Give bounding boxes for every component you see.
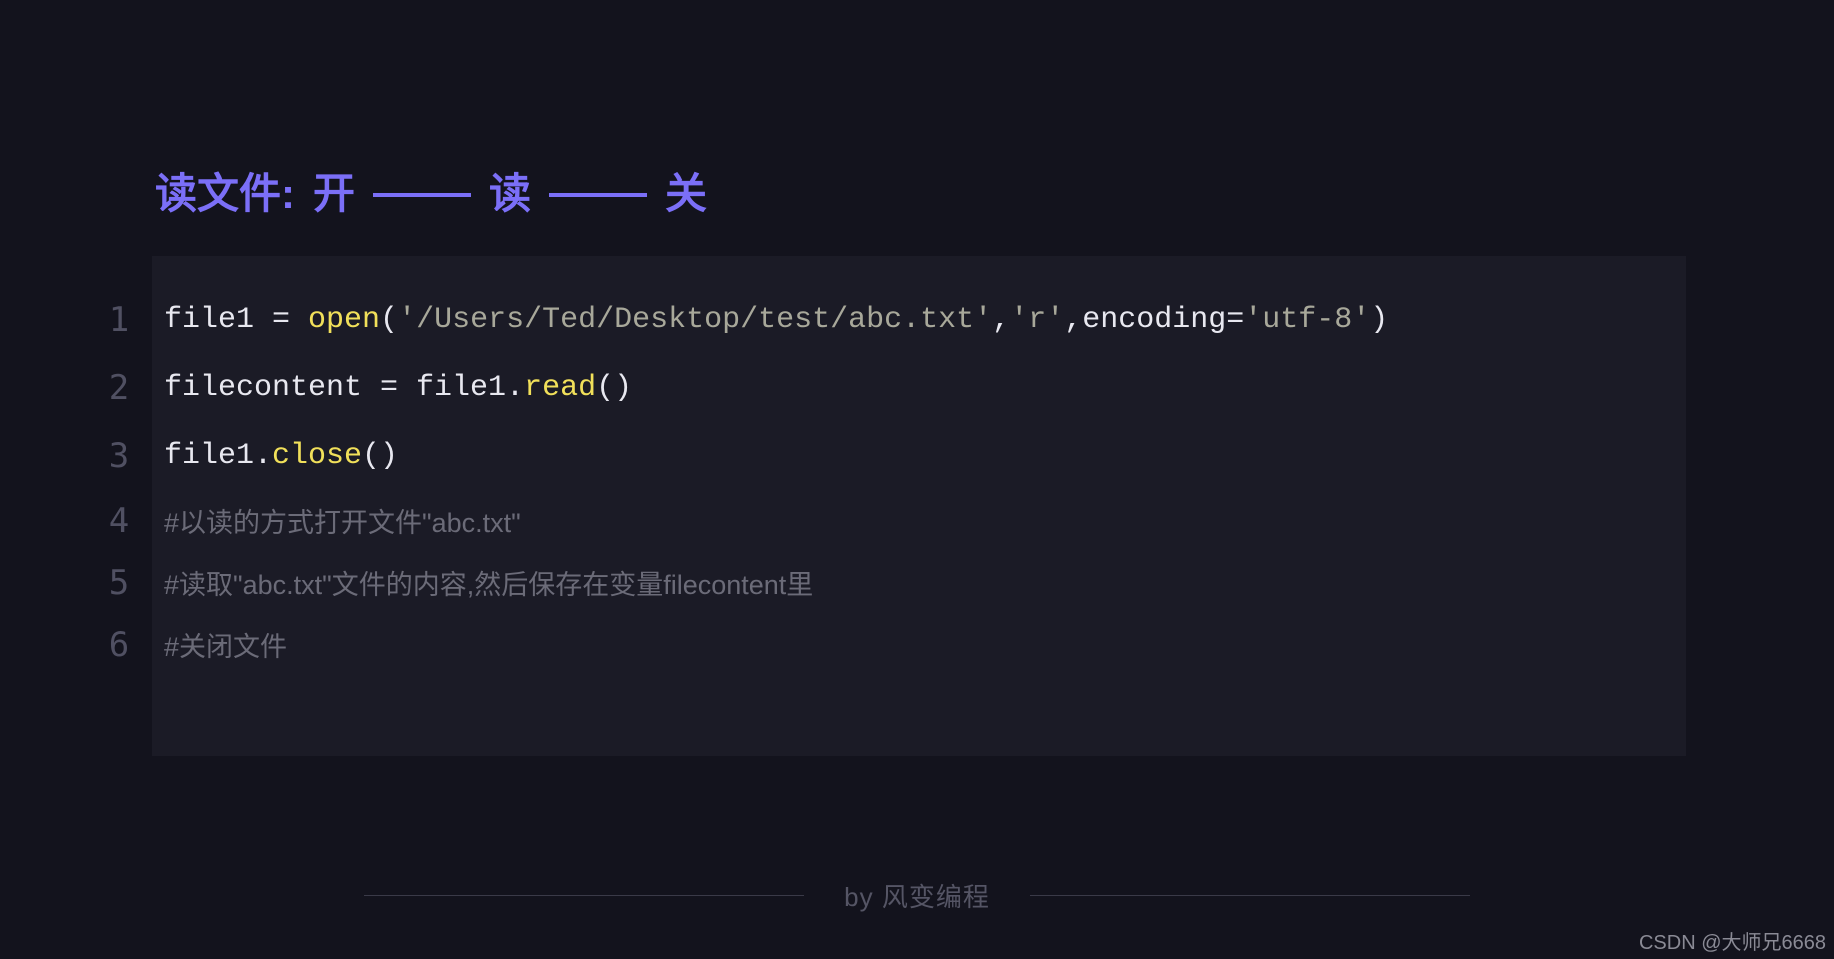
title-dash-1: [373, 193, 471, 197]
code-line-5: 5 #读取"abc.txt"文件的内容,然后保存在变量filecontent里: [152, 552, 1686, 614]
slide-title: 读文件: 开 读 关: [155, 160, 707, 221]
footer: by 风变编程: [0, 877, 1834, 914]
footer-divider-left: [364, 895, 804, 896]
code-comment: #关闭文件: [148, 625, 287, 666]
code-comment: #以读的方式打开文件"abc.txt": [148, 501, 521, 542]
footer-divider-right: [1030, 895, 1470, 896]
code-content: file1 = open('/Users/Ted/Desktop/test/ab…: [148, 303, 1388, 337]
code-line-2: 2 filecontent = file1.read(): [152, 354, 1686, 422]
code-line-4: 4 #以读的方式打开文件"abc.txt": [152, 490, 1686, 552]
code-content: filecontent = file1.read(): [148, 371, 632, 405]
line-number: 4: [90, 501, 148, 541]
line-number: 1: [90, 300, 148, 340]
code-content: file1.close(): [148, 439, 398, 473]
title-label: 读文件:: [155, 160, 295, 221]
watermark: CSDN @大师兄6668: [1639, 926, 1826, 955]
title-dash-2: [549, 193, 647, 197]
title-step-1: 开: [313, 160, 355, 221]
line-number: 5: [90, 563, 148, 603]
title-step-2: 读: [489, 160, 531, 221]
line-number: 6: [90, 625, 148, 665]
code-line-1: 1 file1 = open('/Users/Ted/Desktop/test/…: [152, 286, 1686, 354]
code-comment: #读取"abc.txt"文件的内容,然后保存在变量filecontent里: [148, 563, 813, 604]
line-number: 2: [90, 368, 148, 408]
code-line-3: 3 file1.close(): [152, 422, 1686, 490]
footer-credit: by 风变编程: [844, 877, 990, 914]
code-block: 1 file1 = open('/Users/Ted/Desktop/test/…: [152, 256, 1686, 756]
line-number: 3: [90, 436, 148, 476]
title-step-3: 关: [665, 160, 707, 221]
code-line-6: 6 #关闭文件: [152, 614, 1686, 676]
